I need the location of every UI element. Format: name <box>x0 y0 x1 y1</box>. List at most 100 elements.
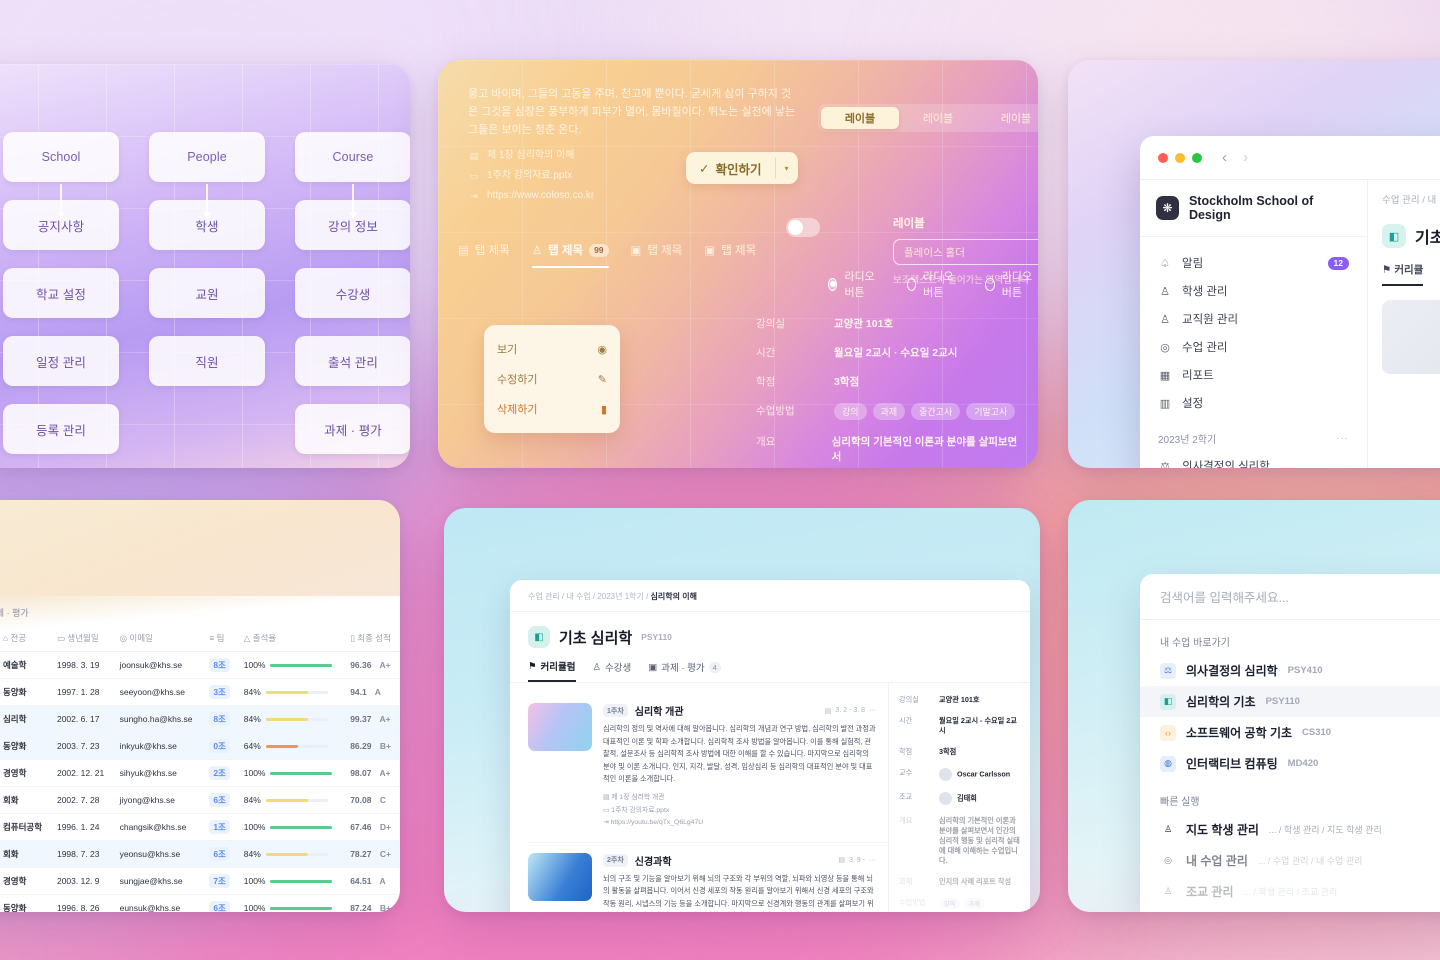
week-file[interactable]: ⇥ https://youtu.be/qTx_Q6Lg47U <box>603 817 876 830</box>
info-chip[interactable]: 강의 <box>834 403 867 420</box>
quick-action-list[interactable]: ♙ 지도 학생 관리 ... / 학생 관리 / 지도 학생 관리 ◎ 내 수업 관리.… <box>1140 814 1440 907</box>
sitemap-node-head[interactable]: School <box>3 132 119 182</box>
minimize-icon[interactable] <box>1175 152 1185 163</box>
course-tab-1[interactable]: ♙ 수강생 <box>593 659 632 682</box>
course-shortcut-3[interactable]: ◍ 인터랙티브 컴퓨팅 MD420 <box>1140 748 1440 779</box>
close-icon[interactable] <box>1158 152 1168 163</box>
table-row[interactable]: 2학년회화2002. 7. 28jiyong@khs.se6조84%70.08 … <box>0 786 400 814</box>
chevron-down-icon[interactable]: ▾ <box>776 164 798 173</box>
table-row[interactable]: 3학년컴퓨터공학1996. 1. 24changsik@khs.se1조100%… <box>0 813 400 841</box>
sitemap-node-item[interactable]: 등록 관리 <box>3 404 119 454</box>
tab-0[interactable]: ▤ 탭 제목 <box>458 242 510 268</box>
table-header-cell-1[interactable]: ⌂ 전공 <box>0 625 51 652</box>
breadcrumb-item[interactable]: 내 수업 / <box>566 592 597 601</box>
segment-0[interactable]: 레이블 <box>821 107 899 129</box>
search-input[interactable]: 검색어를 입력해주세요... <box>1140 574 1440 620</box>
menu-item-2[interactable]: 삭제하기 ▮ <box>484 394 620 424</box>
sitemap-node-head[interactable]: People <box>149 132 265 182</box>
week-more-icon[interactable]: ··· <box>869 857 876 864</box>
table-header-cell-2[interactable]: ▭ 생년월일 <box>50 625 114 652</box>
sitemap-node-item[interactable]: 교원 <box>149 268 265 318</box>
quick-action-1[interactable]: ◎ 내 수업 관리 ... / 수업 관리 / 내 수업 관리 <box>1140 845 1440 876</box>
quick-action-2[interactable]: ♙ 조교 관리 ... / 학생 관리 / 조교 관리 <box>1140 876 1440 907</box>
course-shortcut-1[interactable]: ◧ 심리학의 기초 PSY110 <box>1140 686 1440 717</box>
sidebar-item-0[interactable]: ♤ 알림 12 <box>1150 249 1357 277</box>
sitemap-node-item[interactable]: 학교 설정 <box>3 268 119 318</box>
breadcrumb[interactable]: 수업 관리 / 내 수업 / 2023년 1학기 / 심리학의 이해 <box>510 580 1030 612</box>
table-row[interactable]: 2학년심리학2002. 6. 17sungho.ha@khs.se8조84%99… <box>0 705 400 733</box>
course-tab-2[interactable]: ▣ 과제 · 평가 4 <box>648 659 721 682</box>
quick-action-0[interactable]: ♙ 지도 학생 관리 ... / 학생 관리 / 지도 학생 관리 <box>1140 814 1440 845</box>
sitemap-node-item[interactable]: 직원 <box>149 336 265 386</box>
attachment-row[interactable]: ⇥ https://www.coloso.co.kr <box>468 186 594 206</box>
breadcrumb-item[interactable]: 2023년 1학기 / <box>597 592 650 601</box>
table-header-cell-5[interactable]: △ 출석율 <box>237 625 345 652</box>
info-chip[interactable]: 과제 <box>872 403 906 420</box>
attachment-row[interactable]: ▤ 제 1장 심리학의 이해 <box>468 146 594 166</box>
sitemap-node-item[interactable]: 일정 관리 <box>3 336 119 386</box>
breadcrumb-item[interactable]: 수업 관리 / <box>528 592 566 601</box>
course-tab-0[interactable]: ⚑ 커리큘럼 <box>528 659 576 682</box>
course-shortcut-list[interactable]: ⚖ 의사결정의 심리학 PSY410 ◧ 심리학의 기초 PSY110 ‹› 소프트웨어 공학… <box>1140 655 1440 779</box>
sidebar-item-1[interactable]: ♙ 학생 관리 <box>1150 277 1357 305</box>
brand-row[interactable]: ❋ Stockholm School of Design <box>1140 180 1367 237</box>
menu-item-0[interactable]: 보기 ◉ <box>484 334 620 364</box>
table-header-cell-3[interactable]: ◎ 이메일 <box>113 625 204 652</box>
more-icon[interactable]: ··· <box>1336 433 1349 444</box>
segmented-control[interactable]: 레이블 레이블 레이블 <box>818 104 1038 132</box>
attachment-row[interactable]: ▭ 1주차 강의자료.pptx <box>468 166 594 186</box>
sidebar-item-4[interactable]: ▦ 리포트 <box>1150 361 1357 389</box>
tab-1[interactable]: ♙ 탭 제목 99 <box>531 242 609 268</box>
radio-group[interactable]: 라디오 버튼 라디오 버튼 라디오 버튼 <box>828 268 1038 300</box>
course-shortcut-2[interactable]: ‹› 소프트웨어 공학 기초 CS310 <box>1140 717 1440 748</box>
table-row[interactable]: 4학년동양화1997. 1. 28seeyoon@khs.se3조84%94.1… <box>0 678 400 706</box>
week-more-icon[interactable]: ··· <box>869 707 876 714</box>
radio-dot[interactable] <box>985 277 995 291</box>
sitemap-node-item[interactable]: 과제 · 평가 <box>295 404 410 454</box>
text-input[interactable]: 플레이스 홀더 <box>893 239 1038 265</box>
table-row[interactable]: 1학년회화1998. 7. 23yeonsu@khs.se6조84%78.27 … <box>0 840 400 868</box>
sitemap-node-head[interactable]: Course <box>295 132 410 182</box>
context-menu[interactable]: 보기 ◉ 수정하기 ✎ 삭제하기 ▮ <box>484 325 620 433</box>
radio-dot[interactable] <box>828 277 838 291</box>
course-tabs[interactable]: ⚑ 커리큘럼 ♙ 수강생 ▣ 과제 · 평가 4 <box>510 648 1030 682</box>
sitemap-node-item[interactable]: 수강생 <box>295 268 410 318</box>
radio-option-2[interactable]: 라디오 버튼 <box>985 268 1038 300</box>
semester-items[interactable]: ⚖ 의사결정의 심리학 <box>1140 450 1367 469</box>
app-nav-list[interactable]: ♤ 알림 12 ♙ 학생 관리 ♙ 교직원 관리 ◎ 수업 관리 ▦ 리포트 ▥ 설정 <box>1140 237 1367 421</box>
menu-item-1[interactable]: 수정하기 ✎ <box>484 364 620 394</box>
week-row-0[interactable]: 1주차 심리학 개관 ▤ 3. 2 - 3. 8 ··· 심리학의 정의 및 역사에 대해… <box>528 693 888 843</box>
main-tabs[interactable]: ⚑ 커리큘 <box>1382 262 1440 286</box>
week-file[interactable]: ▤ 제 1장 심리학 개관 <box>603 792 876 805</box>
tab-2[interactable]: ▣ 탭 제목 <box>631 242 683 268</box>
table-row[interactable]: 3학년경영학2002. 12. 21sihyuk@khs.se2조100%98.… <box>0 759 400 787</box>
back-icon[interactable]: ‹ <box>1222 149 1227 166</box>
table-row[interactable]: 4학년경영학2003. 12. 9sungjae@khs.se7조100%64.… <box>0 867 400 895</box>
tab-curriculum[interactable]: ⚑ 커리큘 <box>1382 262 1424 286</box>
table-header-cell-6[interactable]: ▯ 최종 성적 <box>344 625 400 652</box>
info-chip[interactable]: 기말고사 <box>966 403 1016 420</box>
sidebar-item-3[interactable]: ◎ 수업 관리 <box>1150 333 1357 361</box>
forward-icon[interactable]: › <box>1243 149 1248 166</box>
info-chip[interactable]: 중간고사 <box>911 403 961 420</box>
radio-option-1[interactable]: 라디오 버튼 <box>906 268 960 300</box>
table-row[interactable]: 1학년동양화1996. 8. 26eunsuk@khs.se6조100%87.2… <box>0 894 400 912</box>
table-row[interactable]: 4학년동양화2003. 7. 23inkyuk@khs.se0조64%86.29… <box>0 732 400 760</box>
traffic-lights[interactable] <box>1158 152 1202 163</box>
table-header-cell-4[interactable]: ≡ 팀 <box>203 625 238 652</box>
semester-item-0[interactable]: ⚖ 의사결정의 심리학 <box>1150 452 1357 469</box>
confirm-button[interactable]: ✓ 확인하기 ▾ <box>686 152 798 184</box>
maximize-icon[interactable] <box>1192 152 1202 163</box>
tab-bar[interactable]: ▤ 탭 제목 ♙ 탭 제목 99 ▣ 탭 제목 ▣ 탭 제목 <box>458 242 756 268</box>
radio-option-0[interactable]: 라디오 버튼 <box>828 268 881 300</box>
segment-1[interactable]: 레이블 <box>899 107 977 129</box>
segment-2[interactable]: 레이블 <box>977 107 1038 129</box>
table-row[interactable]: 1학년예술학1998. 3. 19joonsuk@khs.se8조100%96.… <box>0 651 400 679</box>
course-shortcut-0[interactable]: ⚖ 의사결정의 심리학 PSY410 <box>1140 655 1440 686</box>
radio-dot[interactable] <box>906 277 917 291</box>
sidebar-item-2[interactable]: ♙ 교직원 관리 <box>1150 305 1357 333</box>
week-file[interactable]: ▭ 1주차 강의자료.pptx <box>603 805 876 818</box>
sidebar-item-5[interactable]: ▥ 설정 <box>1150 389 1357 417</box>
sitemap-node-item[interactable]: 출석 관리 <box>295 336 410 386</box>
tab-3[interactable]: ▣ 탭 제목 <box>704 242 756 268</box>
